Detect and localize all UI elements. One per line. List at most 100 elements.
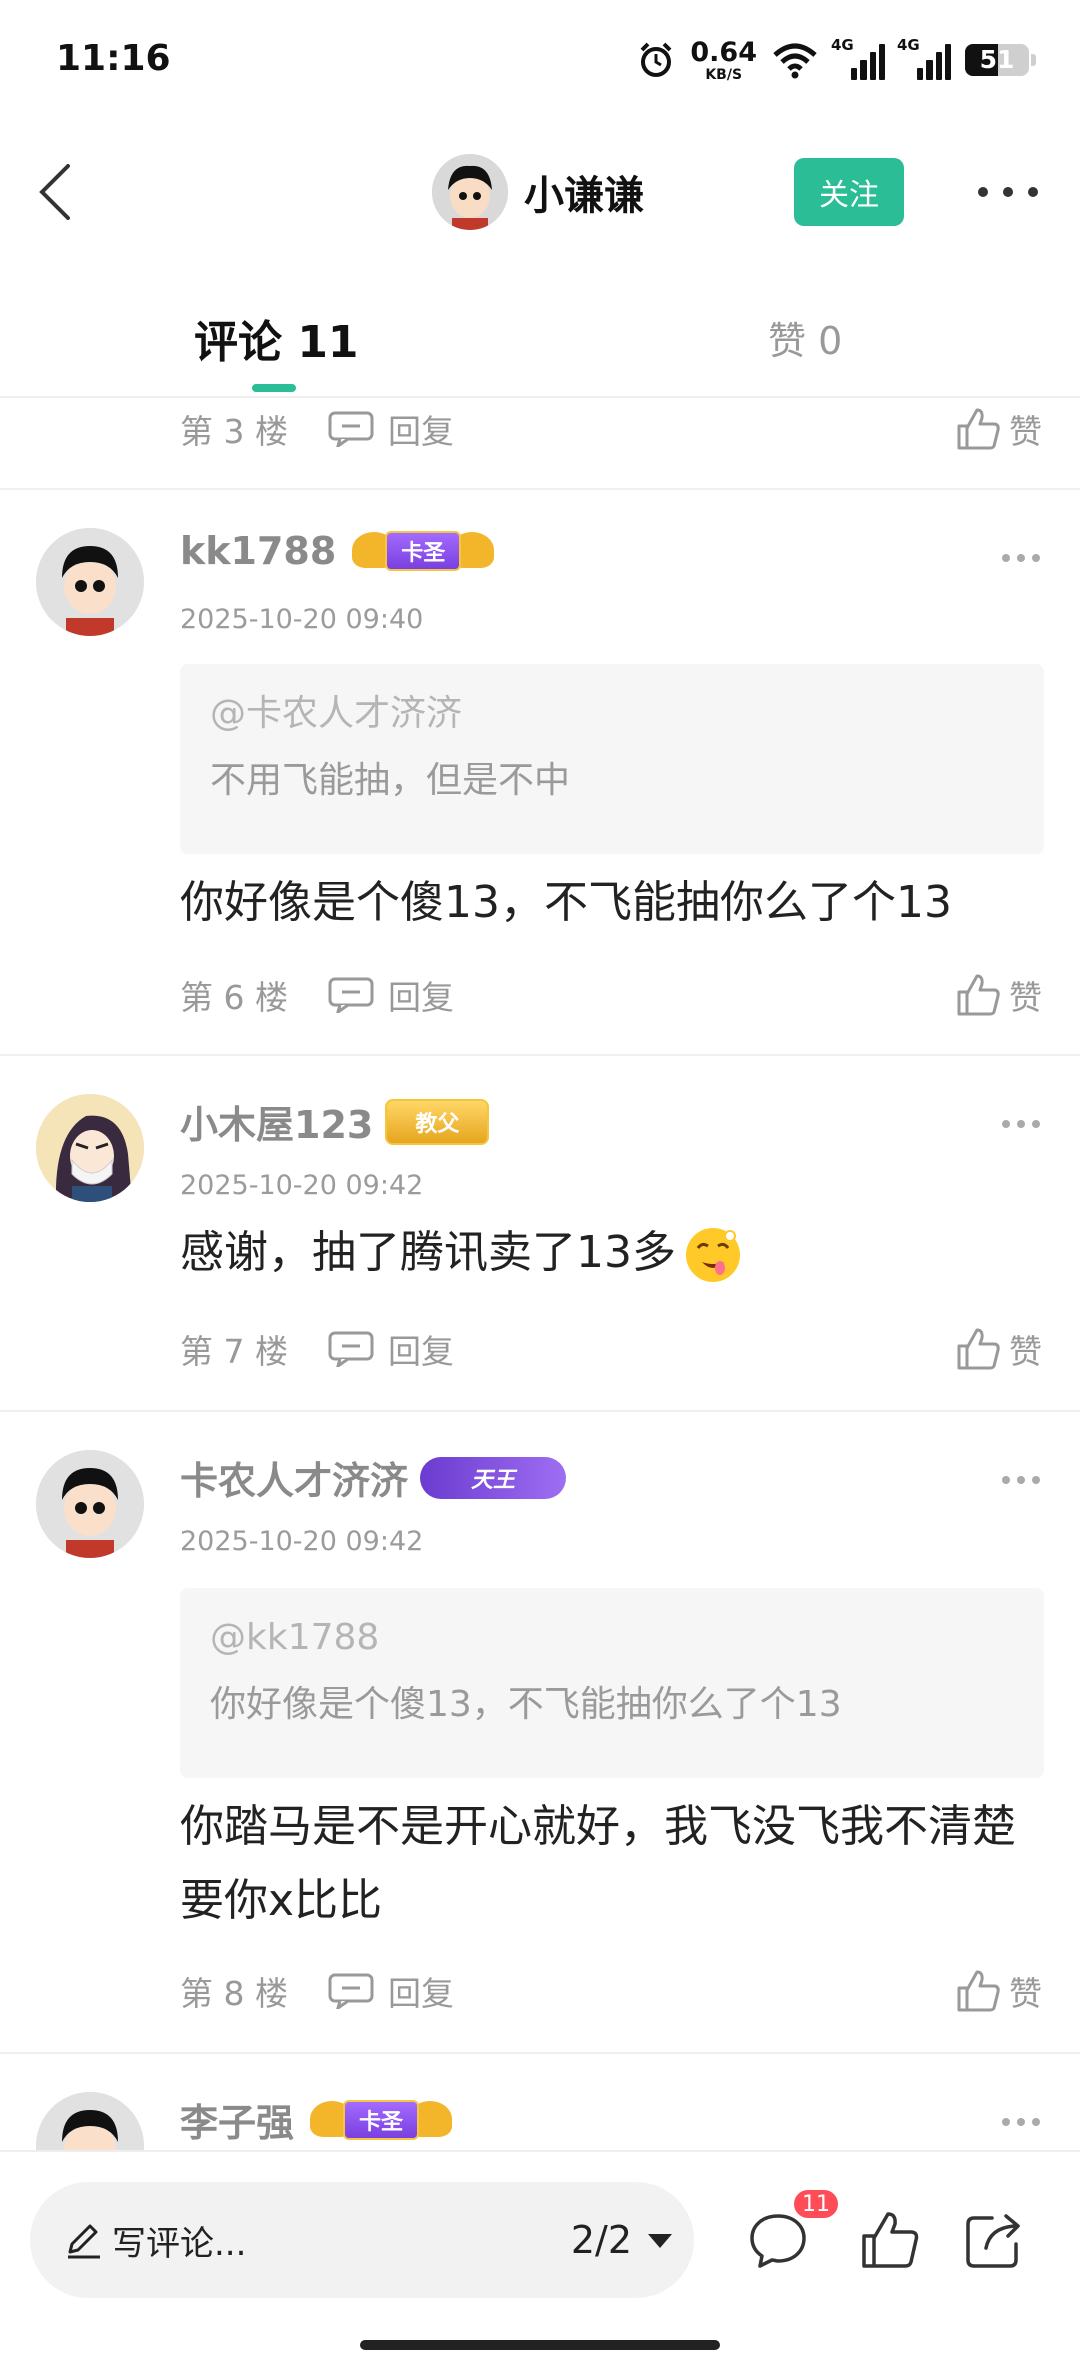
reply-label: 回复 xyxy=(388,978,454,1017)
comment-more-icon[interactable] xyxy=(1002,1118,1040,1130)
thumbs-up-icon xyxy=(957,974,1000,1016)
avatar[interactable] xyxy=(36,1450,144,1558)
rank-badge-label: 卡圣 xyxy=(385,531,462,571)
tab-bar: 评论 11 赞 0 xyxy=(0,286,1080,398)
avatar[interactable] xyxy=(36,2092,144,2150)
divider xyxy=(0,2052,1080,2054)
like-button[interactable]: 赞 xyxy=(955,1967,1042,2015)
pen-icon xyxy=(68,2224,100,2259)
reply-button[interactable]: 回复 xyxy=(328,971,454,1019)
comment-time: 2025-10-20 09:42 xyxy=(180,1170,424,1201)
tab-comments[interactable]: 评论 11 xyxy=(194,306,359,370)
like-label: 赞 xyxy=(1009,978,1042,1017)
comment-username[interactable]: kk1788 卡圣 xyxy=(180,528,498,574)
net-speed-value: 0.64 xyxy=(690,36,757,68)
comment-text: 你踏马是不是开心就好，我飞没飞我不清楚要你x比比 xyxy=(180,1801,1016,1926)
network-type-1: 4G xyxy=(831,36,854,54)
network-type-2: 4G xyxy=(897,36,920,54)
like-label: 赞 xyxy=(1009,1974,1042,2013)
net-speed: 0.64 KB/S xyxy=(690,39,757,82)
comment-time: 2025-10-20 09:40 xyxy=(180,604,424,635)
page-dropdown-icon[interactable] xyxy=(648,2234,672,2248)
author-avatar[interactable] xyxy=(432,154,508,230)
rank-badge: 卡圣 xyxy=(348,528,498,574)
quoted-comment[interactable]: @kk1788 你好像是个傻13，不飞能抽你么了个13 xyxy=(180,1588,1044,1778)
comment-username[interactable]: 卡农人才济济 天王 xyxy=(180,1450,567,1505)
floor-number: 第 3 楼 xyxy=(180,412,288,451)
reply-label: 回复 xyxy=(388,1332,454,1371)
quoted-user: @kk1788 xyxy=(210,1617,380,1658)
comment-more-icon[interactable] xyxy=(1002,552,1040,564)
like-button[interactable]: 赞 xyxy=(955,405,1042,453)
comment-more-icon[interactable] xyxy=(1002,1474,1040,1486)
floor-number: 第 6 楼 xyxy=(180,978,288,1017)
comment-count-badge: 11 xyxy=(792,2188,840,2220)
quoted-text: 你好像是个傻13，不飞能抽你么了个13 xyxy=(210,1684,842,1725)
status-icons: 0.64 KB/S 4G 4G 51 xyxy=(636,36,1036,84)
reply-button[interactable]: 回复 xyxy=(328,405,454,453)
quoted-user: @卡农人才济济 xyxy=(210,693,463,734)
comment-text-content: 感谢，抽了腾讯卖了13多 xyxy=(180,1227,676,1278)
rank-badge: 卡圣 xyxy=(306,2097,456,2143)
status-time: 11:16 xyxy=(56,38,171,79)
wifi-icon xyxy=(773,43,817,79)
floor-number: 第 7 楼 xyxy=(180,1332,288,1371)
alarm-icon xyxy=(640,42,672,77)
comment-actions: 第 7 楼 回复 赞 xyxy=(180,1324,1042,1374)
reply-button[interactable]: 回复 xyxy=(328,1325,454,1373)
thumbs-up-icon xyxy=(957,408,1000,450)
more-options-icon[interactable] xyxy=(978,174,1038,210)
username-text: 小木屋123 xyxy=(180,1103,374,1147)
net-speed-unit: KB/S xyxy=(705,66,743,83)
thumbs-up-icon xyxy=(957,1328,1000,1370)
author-info[interactable]: 小谦谦 xyxy=(432,152,644,232)
divider xyxy=(0,1410,1080,1412)
comment-list[interactable]: 第 3 楼 回复 赞 kk1788 卡圣 2025-10-20 09:40 @卡… xyxy=(0,398,1080,2150)
username-text: 李子强 xyxy=(180,2101,295,2145)
reply-button[interactable]: 回复 xyxy=(328,1967,454,2015)
reply-label: 回复 xyxy=(388,1974,454,2013)
page-indicator[interactable]: 2/2 xyxy=(571,2218,632,2262)
reply-label: 回复 xyxy=(388,412,454,451)
battery-icon: 51 xyxy=(965,44,1029,76)
tab-likes[interactable]: 赞 0 xyxy=(768,310,842,365)
rank-badge: 教父 xyxy=(385,1098,490,1145)
comment-more-icon[interactable] xyxy=(1002,2116,1040,2128)
username-text: kk1788 xyxy=(180,529,337,573)
comment-text: 感谢，抽了腾讯卖了13多 xyxy=(180,1216,1044,1290)
signal-icon-2: 4G xyxy=(897,36,951,80)
avatar[interactable] xyxy=(36,528,144,636)
divider xyxy=(0,1054,1080,1056)
like-label: 赞 xyxy=(1009,412,1042,451)
signal-icon-1: 4G xyxy=(831,36,885,80)
comment-username[interactable]: 小木屋123 教父 xyxy=(180,1094,490,1149)
rank-badge-label: 卡圣 xyxy=(343,2099,420,2140)
floor-number: 第 8 楼 xyxy=(180,1974,288,2013)
write-comment-placeholder: 写评论... xyxy=(112,2223,247,2264)
comment-time: 2025-10-20 09:42 xyxy=(180,1526,424,1557)
quoted-text: 不用飞能抽，但是不中 xyxy=(210,760,571,801)
like-button[interactable]: 赞 xyxy=(955,971,1042,1019)
battery-cap xyxy=(1031,54,1036,66)
comment-actions: 第 6 楼 回复 赞 xyxy=(180,970,1042,1020)
quoted-comment[interactable]: @卡农人才济济 不用飞能抽，但是不中 xyxy=(180,664,1044,854)
reply-icon xyxy=(328,977,374,1013)
back-arrow-icon[interactable] xyxy=(28,160,88,224)
share-icon[interactable] xyxy=(962,2208,1026,2272)
write-comment-input[interactable]: 写评论... 2/2 xyxy=(30,2182,694,2298)
reply-icon xyxy=(328,1331,374,1367)
comment-username[interactable]: 李子强 卡圣 xyxy=(180,2092,456,2147)
reply-icon xyxy=(328,411,374,447)
like-button[interactable]: 赞 xyxy=(955,1325,1042,1373)
top-nav: 小谦谦 关注 xyxy=(0,130,1080,254)
status-bar: 11:16 0.64 KB/S 4G 4G 51 xyxy=(0,0,1080,120)
reply-icon xyxy=(328,1973,374,2009)
battery-level: 51 xyxy=(979,45,1015,74)
like-label: 赞 xyxy=(1009,1332,1042,1371)
home-indicator[interactable] xyxy=(360,2340,720,2350)
comment-text: 你好像是个傻13，不飞能抽你么了个13 xyxy=(180,877,952,928)
username-text: 卡农人才济济 xyxy=(180,1459,409,1503)
avatar[interactable] xyxy=(36,1094,144,1202)
follow-button[interactable]: 关注 xyxy=(794,158,904,226)
thumbs-up-icon[interactable] xyxy=(858,2208,922,2272)
